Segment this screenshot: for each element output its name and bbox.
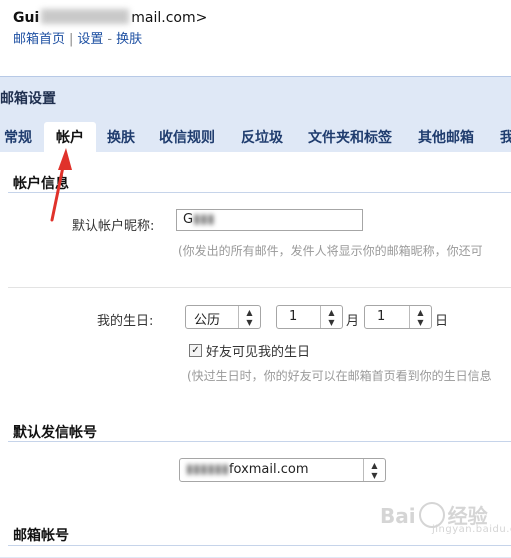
up-down-arrows-icon: ▲ ▼ xyxy=(363,459,385,481)
watermark-text-left: Bai xyxy=(380,504,416,528)
day-value: 1 xyxy=(377,309,386,324)
tab-other-mailbox[interactable]: 其他邮箱 xyxy=(418,122,474,154)
up-down-arrows-icon: ▲ ▼ xyxy=(238,306,260,328)
separator: | xyxy=(69,32,74,47)
annotation-arrow-icon xyxy=(50,148,72,222)
month-value: 1 xyxy=(289,309,298,324)
tab-antispam[interactable]: 反垃圾 xyxy=(241,122,283,154)
month-select[interactable]: 1 ▲ ▼ xyxy=(276,305,343,329)
nickname-input[interactable]: G▮▮▮ xyxy=(176,209,363,231)
link-settings[interactable]: 设置 xyxy=(77,32,103,47)
tab-folders-labels[interactable]: 文件夹和标签 xyxy=(308,122,392,154)
row-divider xyxy=(8,287,511,288)
section-divider xyxy=(8,545,511,546)
tab-skin[interactable]: 换肤 xyxy=(107,122,135,154)
day-select[interactable]: 1 ▲ ▼ xyxy=(364,305,432,329)
section-title-default-sender: 默认发信帐号 xyxy=(13,425,97,441)
tab-rules[interactable]: 收信规则 xyxy=(159,122,215,154)
default-sender-select[interactable]: ▮▮▮▮▮▮foxmail.com ▲ ▼ xyxy=(179,458,386,482)
redacted-mask xyxy=(41,9,130,24)
watermark-sub: jingyan.baidu.com xyxy=(432,524,511,535)
top-links: 邮箱首页 | 设置 - 换肤 xyxy=(13,28,142,47)
account-address: Gui mail.com> xyxy=(13,9,207,26)
tab-more[interactable]: 我 xyxy=(500,122,511,154)
separator: - xyxy=(107,32,113,47)
sender-value: ▮▮▮▮▮▮foxmail.com xyxy=(186,462,309,477)
account-prefix: Gui xyxy=(13,10,40,26)
sender-domain: foxmail.com xyxy=(228,462,309,477)
tab-general[interactable]: 常规 xyxy=(4,122,32,154)
panel-title: 邮箱设置 xyxy=(0,91,56,107)
birthday-visible-label: 好友可见我的生日 xyxy=(206,345,311,360)
account-suffix: mail.com> xyxy=(131,10,208,26)
baidu-watermark: Bai经验 jingyan.baidu.com xyxy=(380,500,511,535)
section-title-mailbox-account: 邮箱帐号 xyxy=(13,528,69,544)
nickname-label: 默认帐户昵称: xyxy=(72,219,155,234)
birthday-hint: (快过生日时，你的好友可以在邮箱首页看到你的生日信息 xyxy=(187,369,492,383)
birthday-label: 我的生日: xyxy=(97,314,154,329)
link-change-skin[interactable]: 换肤 xyxy=(116,32,142,47)
birthday-visible-checkbox[interactable]: ✓ xyxy=(189,344,202,357)
up-down-arrows-icon: ▲ ▼ xyxy=(409,306,431,328)
section-divider xyxy=(8,441,511,442)
month-unit: 月 xyxy=(346,314,360,329)
blurred-text: ▮▮▮ xyxy=(193,212,215,227)
nickname-value: G xyxy=(183,212,194,227)
nickname-hint: (你发出的所有邮件，发件人将显示你的邮箱昵称，你还可 xyxy=(178,244,483,258)
section-divider xyxy=(8,192,511,193)
blurred-text: ▮▮▮▮▮▮ xyxy=(186,462,229,477)
link-mail-home[interactable]: 邮箱首页 xyxy=(13,32,65,47)
calendar-select[interactable]: 公历 ▲ ▼ xyxy=(185,305,261,329)
calendar-value: 公历 xyxy=(194,313,221,328)
day-unit: 日 xyxy=(435,314,449,329)
up-down-arrows-icon: ▲ ▼ xyxy=(320,306,342,328)
